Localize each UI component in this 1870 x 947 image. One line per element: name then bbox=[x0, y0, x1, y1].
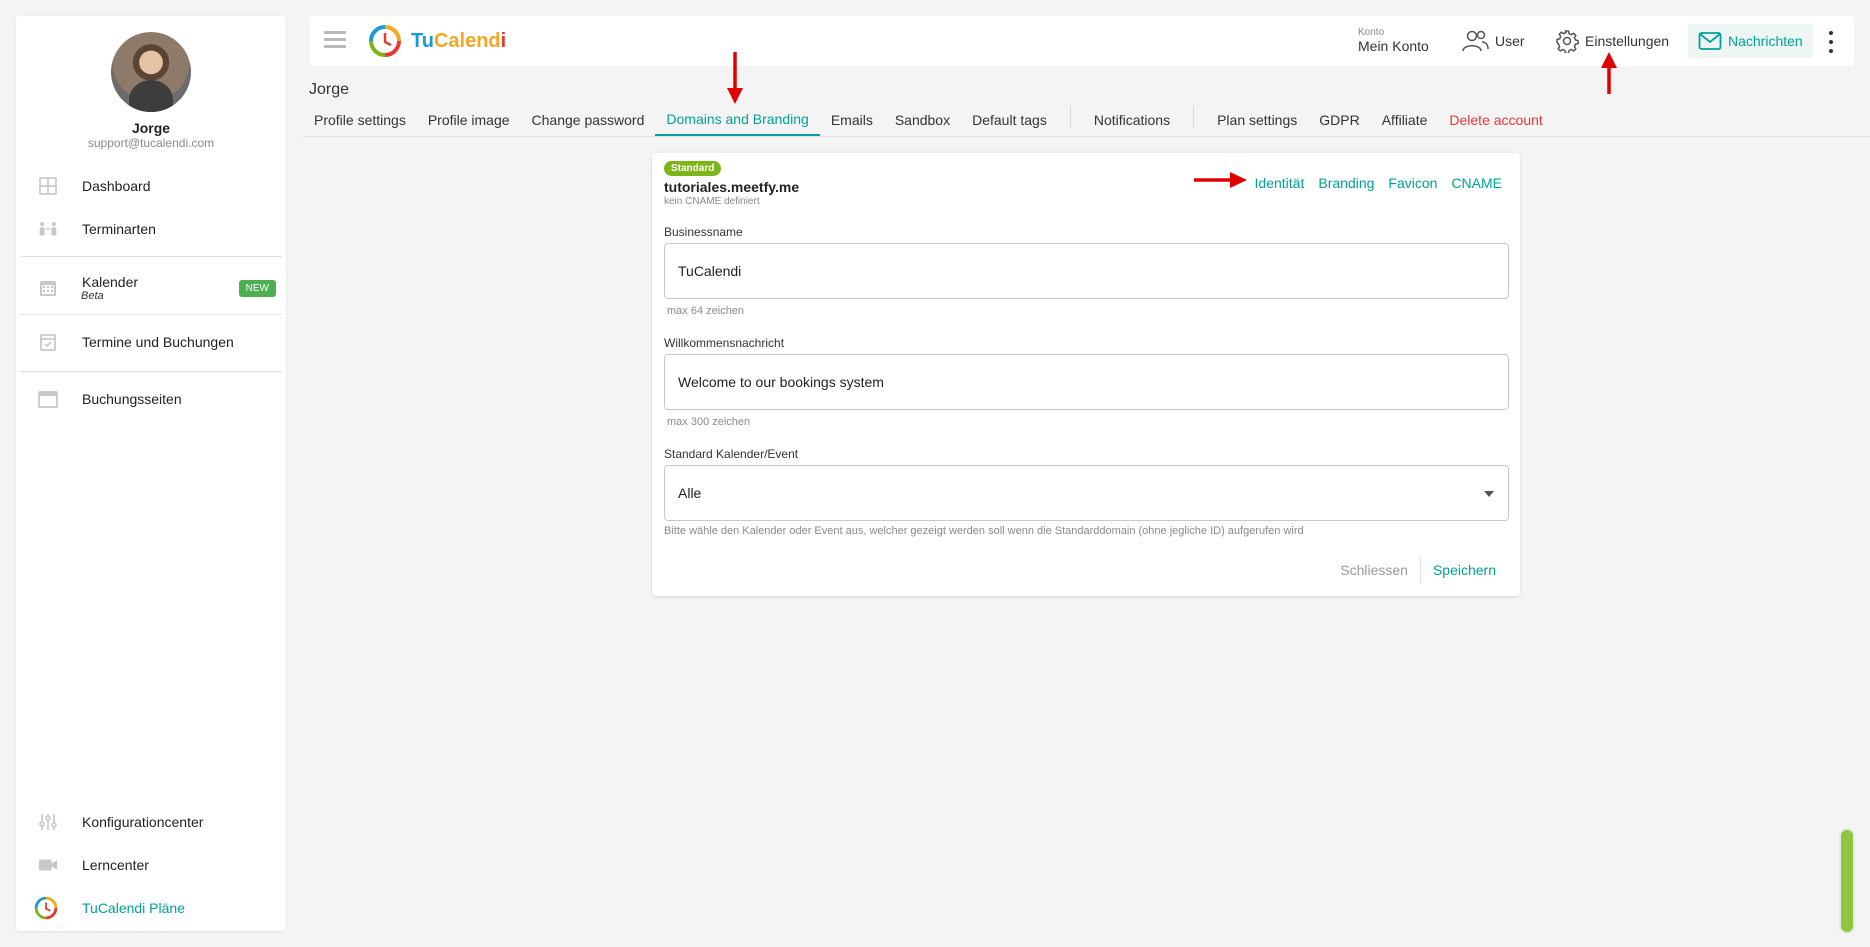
messages-label: Nachrichten bbox=[1728, 33, 1803, 49]
sidebar-item-lerncenter[interactable]: Lerncenter bbox=[16, 845, 286, 885]
gear-icon bbox=[1556, 30, 1579, 53]
sidebar-item-label: TuCalendi Pläne bbox=[82, 900, 185, 916]
welcome-hint: max 300 zeichen bbox=[667, 416, 751, 428]
calendar-select[interactable]: Alle bbox=[664, 465, 1509, 521]
sidebar-item-dashboard[interactable]: Dashboard bbox=[16, 166, 286, 206]
sidebar-item-label: Lerncenter bbox=[82, 857, 149, 873]
calendar-select-value: Alle bbox=[678, 485, 702, 501]
people-icon bbox=[38, 219, 58, 239]
tab-plan-settings[interactable]: Plan settings bbox=[1206, 104, 1308, 136]
account-value: Mein Konto bbox=[1358, 38, 1429, 54]
menu-icon[interactable] bbox=[324, 31, 346, 49]
sidebar: Jorge support@tucalendi.com Dashboard Te… bbox=[16, 16, 286, 931]
businessname-label: Businessname bbox=[664, 225, 743, 239]
calendar-hint: Bitte wähle den Kalender oder Event aus,… bbox=[664, 525, 1304, 537]
tab-affiliate[interactable]: Affiliate bbox=[1371, 104, 1439, 136]
sidebar-item-buchungsseiten[interactable]: Buchungsseiten bbox=[16, 379, 286, 419]
sidebar-divider bbox=[20, 314, 282, 315]
video-icon bbox=[38, 855, 58, 875]
tab-gdpr[interactable]: GDPR bbox=[1308, 104, 1370, 136]
settings-tabs: Profile settings Profile image Change pa… bbox=[303, 104, 1554, 136]
scrollbar-thumb[interactable] bbox=[1841, 830, 1853, 932]
tab-divider bbox=[1193, 106, 1195, 128]
link-identitaet[interactable]: Identität bbox=[1255, 175, 1305, 191]
sidebar-item-label: Termine und Buchungen bbox=[82, 334, 234, 350]
user-name: Jorge bbox=[131, 120, 171, 136]
sidebar-item-konfigurationcenter[interactable]: Konfigurationcenter bbox=[16, 802, 286, 842]
businessname-hint: max 64 zeichen bbox=[667, 305, 745, 317]
tab-profile-image[interactable]: Profile image bbox=[417, 104, 521, 136]
save-button[interactable]: Speichern bbox=[1421, 562, 1508, 578]
businessname-input[interactable]: TuCalendi bbox=[664, 243, 1509, 299]
sidebar-divider bbox=[20, 256, 282, 257]
link-cname[interactable]: CNAME bbox=[1451, 175, 1502, 191]
close-button[interactable]: Schliessen bbox=[1328, 562, 1420, 578]
user-label: User bbox=[1495, 33, 1525, 49]
calendar-label: Standard Kalender/Event bbox=[664, 447, 799, 461]
avatar[interactable] bbox=[111, 32, 191, 112]
standard-badge: Standard bbox=[664, 161, 722, 176]
window-icon bbox=[38, 389, 58, 409]
new-badge: NEW bbox=[238, 279, 276, 297]
more-options-icon[interactable] bbox=[1829, 31, 1835, 53]
card-sections: Identität Branding Favicon CNAME bbox=[1255, 175, 1502, 191]
user-button[interactable]: User bbox=[1461, 24, 1525, 58]
calendar-check-icon bbox=[38, 332, 58, 352]
users-icon bbox=[1462, 30, 1489, 52]
tucalendi-logo-icon bbox=[34, 896, 58, 920]
annotation-arrow-down-icon bbox=[727, 52, 743, 104]
tab-domains-and-branding[interactable]: Domains and Branding bbox=[655, 104, 820, 136]
calendar-icon bbox=[38, 278, 58, 298]
sidebar-item-label: Kalender bbox=[82, 274, 139, 290]
tab-change-password[interactable]: Change password bbox=[521, 104, 656, 136]
tab-divider bbox=[1069, 106, 1071, 128]
sidebar-item-sub: Beta bbox=[81, 290, 104, 302]
annotation-arrow-right-icon bbox=[1194, 172, 1247, 188]
tab-notifications[interactable]: Notifications bbox=[1083, 104, 1181, 136]
tab-profile-settings[interactable]: Profile settings bbox=[303, 104, 417, 136]
tabs-underline bbox=[303, 136, 1870, 137]
annotation-arrow-up-icon bbox=[1601, 52, 1617, 94]
sidebar-item-label: Dashboard bbox=[82, 178, 151, 194]
tab-emails[interactable]: Emails bbox=[820, 104, 884, 136]
sidebar-item-label: Konfigurationcenter bbox=[82, 814, 204, 830]
tab-delete-account[interactable]: Delete account bbox=[1438, 104, 1553, 136]
scrollbar[interactable] bbox=[1839, 828, 1855, 934]
tucalendi-logo-icon[interactable] bbox=[368, 24, 402, 58]
domain-cname-status: kein CNAME definiert bbox=[664, 196, 760, 207]
settings-label: Einstellungen bbox=[1585, 33, 1670, 49]
sliders-icon bbox=[38, 812, 58, 832]
welcome-input[interactable]: Welcome to our bookings system bbox=[664, 354, 1509, 410]
domain-name: tutoriales.meetfy.me bbox=[664, 179, 800, 195]
sidebar-divider bbox=[20, 371, 282, 372]
sidebar-item-label: Buchungsseiten bbox=[82, 391, 182, 407]
tab-sandbox[interactable]: Sandbox bbox=[884, 104, 961, 136]
card-actions: Schliessen Speichern bbox=[1328, 556, 1508, 584]
sidebar-item-label: Terminarten bbox=[82, 221, 156, 237]
messages-button[interactable]: Nachrichten bbox=[1688, 24, 1813, 58]
domain-card: Standard tutoriales.meetfy.me kein CNAME… bbox=[652, 153, 1520, 596]
sidebar-item-kalender[interactable]: Kalender NEW bbox=[16, 268, 286, 308]
mail-icon bbox=[1698, 32, 1722, 50]
sidebar-item-termine[interactable]: Termine und Buchungen bbox=[16, 322, 286, 362]
chevron-down-icon bbox=[1484, 491, 1494, 497]
account-menu[interactable]: Konto Mein Konto bbox=[1358, 27, 1429, 55]
top-bar: TuCalendi Konto Mein Konto User Einstell… bbox=[310, 16, 1854, 66]
welcome-label: Willkommensnachricht bbox=[664, 336, 785, 350]
dashboard-icon bbox=[38, 176, 58, 196]
link-branding[interactable]: Branding bbox=[1318, 175, 1374, 191]
logo-text[interactable]: TuCalendi bbox=[411, 30, 506, 53]
page-title: Jorge bbox=[309, 81, 350, 98]
tab-default-tags[interactable]: Default tags bbox=[961, 104, 1058, 136]
user-email: support@tucalendi.com bbox=[87, 136, 215, 150]
sidebar-item-terminarten[interactable]: Terminarten bbox=[16, 209, 286, 249]
sidebar-item-plaene[interactable]: TuCalendi Pläne bbox=[16, 888, 286, 928]
account-label: Konto bbox=[1358, 27, 1385, 38]
link-favicon[interactable]: Favicon bbox=[1388, 175, 1437, 191]
